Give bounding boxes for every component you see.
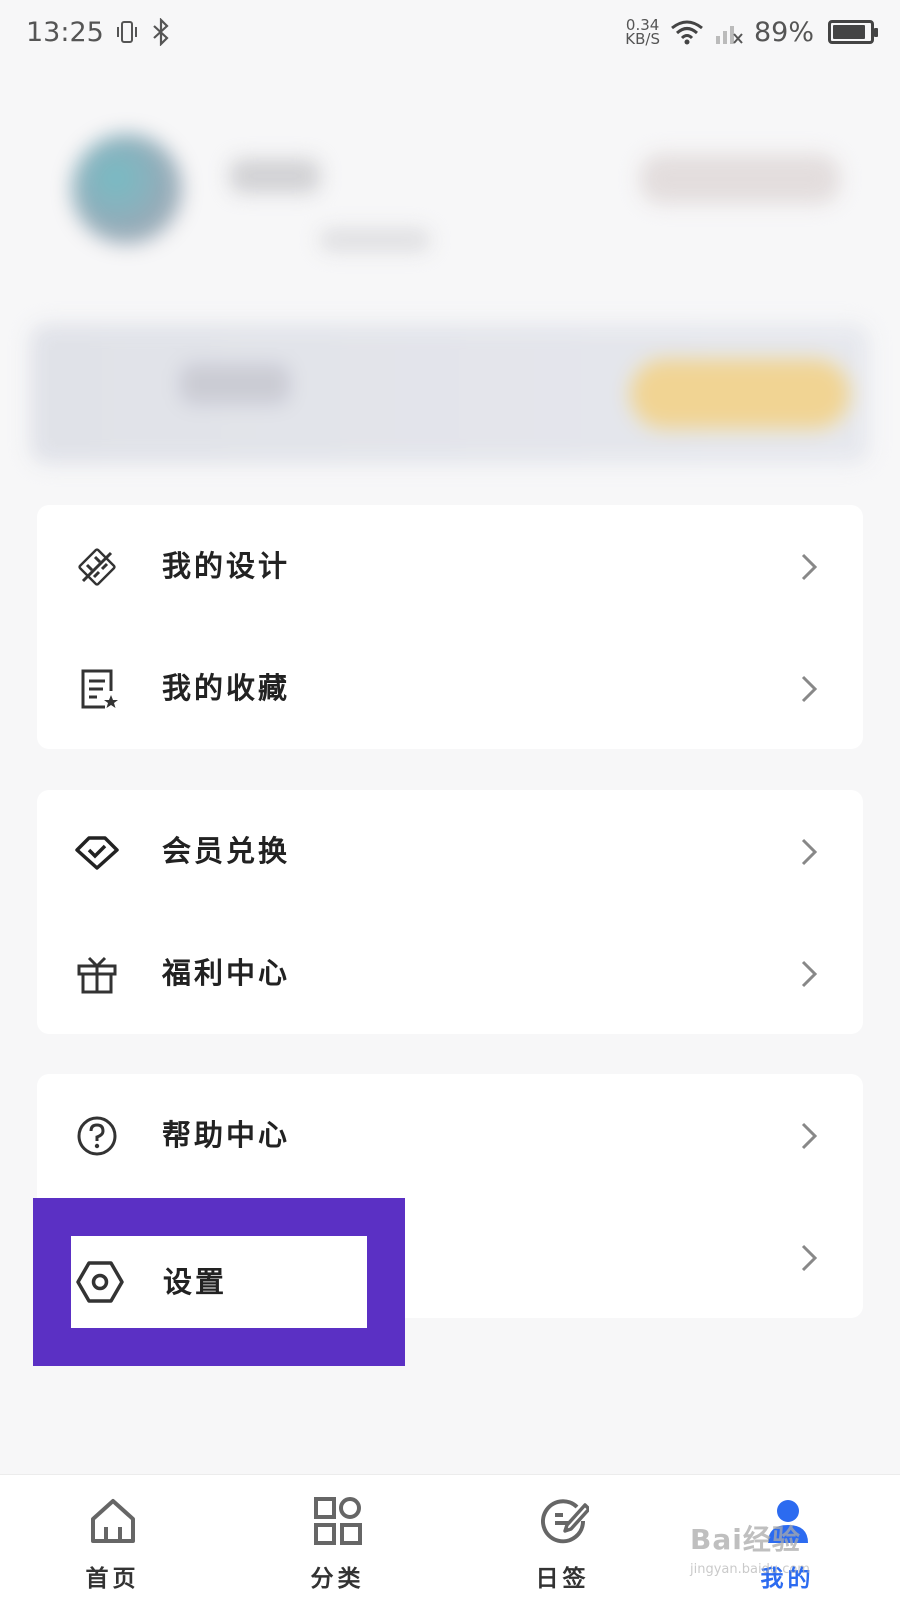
chevron-right-icon	[801, 1122, 818, 1150]
menu-group-2: 会员兑换 福利中心	[37, 790, 863, 1034]
bluetooth-icon	[153, 18, 169, 46]
battery-fill	[833, 25, 865, 39]
status-right: 0.34 KB/S 89%	[625, 16, 878, 48]
avatar[interactable]	[72, 134, 182, 244]
signal-icon	[715, 26, 743, 44]
menu-item-welfare-center[interactable]: 福利中心	[37, 912, 863, 1034]
chevron-right-icon	[801, 553, 818, 581]
battery-icon	[828, 20, 878, 44]
menu-item-my-designs[interactable]: 我的设计	[37, 505, 863, 627]
profile-action-blurred[interactable]	[640, 154, 840, 204]
status-time: 13:25	[26, 16, 104, 48]
net-speed: 0.34 KB/S	[625, 18, 660, 48]
chevron-right-icon	[801, 960, 818, 988]
battery-percent: 89%	[753, 16, 814, 48]
settings-icon	[76, 1261, 124, 1303]
menu-item-my-favorites[interactable]: 我的收藏	[37, 627, 863, 749]
menu-item-help-center[interactable]: 帮助中心	[37, 1074, 863, 1196]
menu-item-membership-redeem[interactable]: 会员兑换	[37, 790, 863, 912]
nav-tab-home[interactable]: 首页	[0, 1475, 225, 1600]
vip-card[interactable]	[30, 324, 870, 464]
gift-icon	[77, 956, 117, 994]
vibrate-icon	[116, 21, 137, 43]
status-bar: 13:25 0.34 KB/S 89%	[0, 0, 900, 64]
nav-tab-daily-sign[interactable]: 日签	[450, 1475, 675, 1600]
wifi-icon	[671, 20, 703, 45]
vip-open-button[interactable]	[630, 359, 850, 429]
vip-title-blurred	[180, 364, 290, 404]
diamond-icon	[75, 836, 119, 870]
nav-label-home: 首页	[85, 1565, 140, 1592]
net-speed-unit: KB/S	[625, 30, 660, 48]
menu-label-welfare-center: 福利中心	[162, 956, 291, 990]
nav-label-daily-sign: 日签	[535, 1565, 590, 1592]
watermark-logo: Bai经验	[690, 1523, 801, 1556]
menu-label-membership-redeem: 会员兑换	[162, 834, 291, 868]
nav-label-category: 分类	[310, 1565, 365, 1592]
status-left: 13:25	[26, 17, 172, 48]
help-icon	[77, 1116, 117, 1156]
menu-group-1: 我的设计 我的收藏	[37, 505, 863, 749]
chevron-right-icon	[801, 675, 818, 703]
user-subtitle-blurred	[320, 229, 430, 251]
highlight-box: 设置	[33, 1198, 405, 1366]
chevron-right-icon	[801, 1244, 818, 1272]
category-grid-icon	[313, 1497, 362, 1545]
menu-label-my-favorites: 我的收藏	[162, 671, 291, 705]
daily-sign-icon	[540, 1499, 589, 1544]
watermark-url: jingyan.baidu.com	[690, 1562, 810, 1577]
profile-header[interactable]	[0, 64, 900, 484]
home-icon	[90, 1499, 135, 1543]
menu-label-settings: 设置	[163, 1265, 228, 1299]
favorites-list-icon	[81, 669, 118, 709]
nav-tab-category[interactable]: 分类	[225, 1475, 450, 1600]
design-tools-icon	[78, 548, 116, 586]
settings-button[interactable]: 设置	[71, 1236, 367, 1328]
chevron-right-icon	[801, 838, 818, 866]
user-name-blurred	[230, 159, 320, 193]
menu-label-my-designs: 我的设计	[162, 549, 291, 583]
menu-label-help-center: 帮助中心	[162, 1118, 291, 1152]
